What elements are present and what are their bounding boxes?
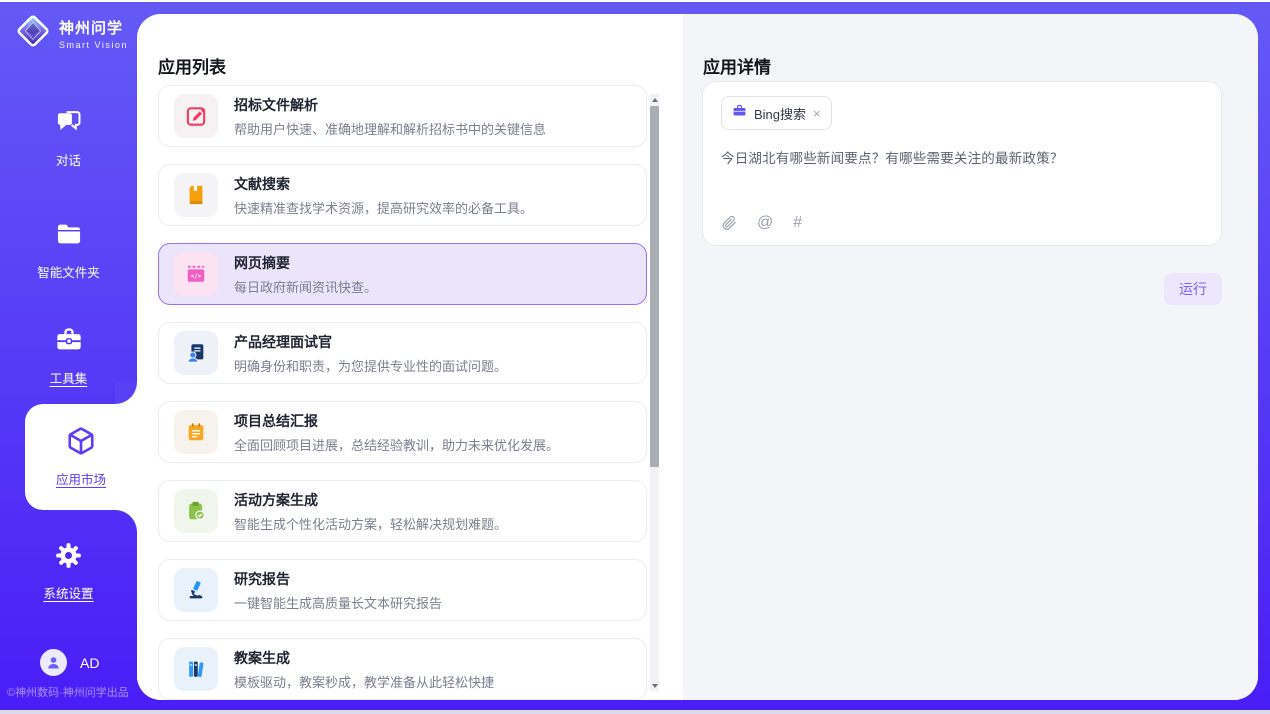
app-card-pm-interviewer[interactable]: 产品经理面试官 明确身份和职责，为您提供专业性的面试问题。 xyxy=(158,322,647,384)
hash-icon[interactable]: # xyxy=(793,215,802,231)
avatar xyxy=(40,649,67,676)
edit-square-icon xyxy=(174,94,218,138)
list-scrollbar[interactable] xyxy=(650,94,659,691)
sidebar-item-app-market[interactable]: 应用市场 xyxy=(25,404,137,510)
app-card-bid-parse[interactable]: 招标文件解析 帮助用户快速、准确地理解和解析招标书中的关键信息 xyxy=(158,85,647,147)
sidebar-item-settings[interactable]: 系统设置 xyxy=(0,542,137,602)
app-list: 招标文件解析 帮助用户快速、准确地理解和解析招标书中的关键信息 文献搜索 快速精… xyxy=(158,85,647,700)
prompt-text[interactable]: 今日湖北有哪些新闻要点？有哪些需要关注的最新政策？ xyxy=(721,147,1203,167)
app-name: 教案生成 xyxy=(234,648,494,668)
sidebar-item-label: 系统设置 xyxy=(43,583,93,602)
folder-icon xyxy=(55,220,83,253)
app-list-title: 应用列表 xyxy=(158,53,226,78)
scrollbar-thumb[interactable] xyxy=(650,106,659,467)
app-description: 帮助用户快速、准确地理解和解析招标书中的关键信息 xyxy=(234,119,546,138)
svg-text:</>: </> xyxy=(191,274,202,280)
microscope-icon xyxy=(174,568,218,612)
app-card-web-summary[interactable]: </> 网页摘要 每日政府新闻资讯快查。 xyxy=(158,243,647,305)
attachment-icon[interactable] xyxy=(721,215,737,231)
diamond-logo-icon xyxy=(14,12,52,55)
app-card-lesson-plan[interactable]: 教案生成 模板驱动，教案秒成，教学准备从此轻松快捷 xyxy=(158,638,647,700)
sidebar: 神州问学 Smart Vision 对话 智能文件夹 xyxy=(0,0,137,714)
app-card-event-plan[interactable]: 活动方案生成 智能生成个性化活动方案，轻松解决规划难题。 xyxy=(158,480,647,542)
sidebar-item-toolset[interactable]: 工具集 xyxy=(0,326,137,387)
copyright-text: ©神州数码·神州问学出品 xyxy=(7,684,129,700)
book-icon xyxy=(174,173,218,217)
app-description: 明确身份和职责，为您提供专业性的面试问题。 xyxy=(234,356,507,375)
app-card-research-report[interactable]: 研究报告 一键智能生成高质量长文本研究报告 xyxy=(158,559,647,621)
gear-icon xyxy=(55,542,82,574)
sidebar-item-chat[interactable]: 对话 xyxy=(0,108,137,169)
scroll-up-button[interactable] xyxy=(650,94,659,105)
scroll-down-button[interactable] xyxy=(650,680,659,691)
app-description: 每日政府新闻资讯快查。 xyxy=(234,277,377,296)
app-name: 产品经理面试官 xyxy=(234,332,507,352)
browser-code-icon: </> xyxy=(174,252,218,296)
app-description: 智能生成个性化活动方案，轻松解决规划难题。 xyxy=(234,514,507,533)
prompt-toolbar: @ # xyxy=(721,215,802,231)
run-button[interactable]: 运行 xyxy=(1164,273,1222,305)
app-description: 一键智能生成高质量长文本研究报告 xyxy=(234,593,442,612)
chat-icon xyxy=(55,108,83,141)
tab-curve-top xyxy=(115,382,137,404)
briefcase-icon xyxy=(732,103,747,123)
app-name: 项目总结汇报 xyxy=(234,411,559,431)
mention-icon[interactable]: @ xyxy=(757,215,773,231)
cube-icon xyxy=(66,426,96,461)
sidebar-item-label: 应用市场 xyxy=(56,469,106,488)
app-description: 快速精准查找学术资源，提高研究效率的必备工具。 xyxy=(234,198,533,217)
app-name: 文献搜索 xyxy=(234,174,533,194)
app-name: 网页摘要 xyxy=(234,253,377,273)
app-detail-title: 应用详情 xyxy=(703,53,771,78)
sidebar-item-smart-folders[interactable]: 智能文件夹 xyxy=(0,220,137,281)
user-account[interactable]: AD xyxy=(40,649,99,676)
toolbox-icon xyxy=(55,326,83,359)
tab-curve-bottom xyxy=(115,510,137,532)
sidebar-item-label: 对话 xyxy=(56,150,81,169)
app-name: 研究报告 xyxy=(234,569,442,589)
sidebar-item-label: 智能文件夹 xyxy=(37,262,100,281)
app-card-literature-search[interactable]: 文献搜索 快速精准查找学术资源，提高研究效率的必备工具。 xyxy=(158,164,647,226)
person-document-icon xyxy=(174,331,218,375)
logo-title: 神州问学 xyxy=(59,17,128,38)
app-list-panel: 应用列表 招标文件解析 帮助用户快速、准确地理解和解析招标书中的关键信息 xyxy=(137,14,683,700)
close-icon[interactable]: × xyxy=(813,107,821,120)
content-shell: 应用列表 招标文件解析 帮助用户快速、准确地理解和解析招标书中的关键信息 xyxy=(137,14,1258,700)
app-name: 活动方案生成 xyxy=(234,490,507,510)
logo-subtitle: Smart Vision xyxy=(59,40,128,50)
clipboard-check-icon xyxy=(174,489,218,533)
books-icon xyxy=(174,647,218,691)
user-name: AD xyxy=(80,655,99,671)
note-icon xyxy=(174,410,218,454)
bottom-edge-strip xyxy=(0,710,1270,714)
app-name: 招标文件解析 xyxy=(234,95,546,115)
app-description: 全面回顾项目进展，总结经验教训，助力未来优化发展。 xyxy=(234,435,559,454)
tool-tag-label: Bing搜索 xyxy=(754,104,806,123)
app-card-project-summary[interactable]: 项目总结汇报 全面回顾项目进展，总结经验教训，助力未来优化发展。 xyxy=(158,401,647,463)
app-description: 模板驱动，教案秒成，教学准备从此轻松快捷 xyxy=(234,672,494,691)
app-logo: 神州问学 Smart Vision xyxy=(14,12,128,55)
prompt-card[interactable]: Bing搜索 × 今日湖北有哪些新闻要点？有哪些需要关注的最新政策？ @ # xyxy=(702,81,1222,246)
sidebar-item-label: 工具集 xyxy=(50,368,88,387)
tool-tag-bing-search[interactable]: Bing搜索 × xyxy=(721,96,832,130)
app-detail-panel: 应用详情 Bing搜索 × 今日湖北有哪些新闻要点？有哪些需要关注的最新政策？ xyxy=(683,14,1258,700)
